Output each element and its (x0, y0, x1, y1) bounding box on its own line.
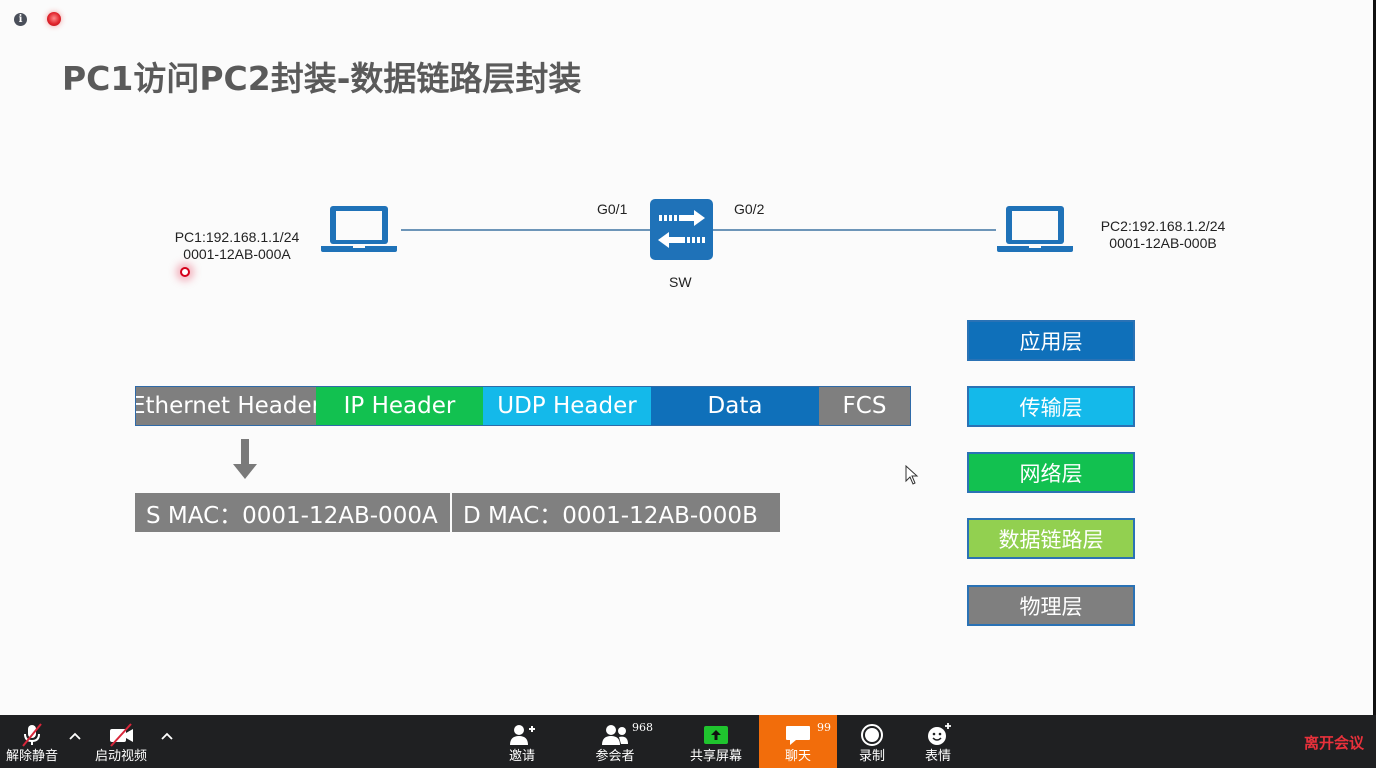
reactions-button[interactable]: 表情 (918, 715, 958, 768)
unmute-button[interactable]: 解除静音 (2, 715, 62, 768)
record-button[interactable]: 录制 (852, 715, 892, 768)
start-video-button[interactable]: 启动视频 (90, 715, 152, 768)
video-off-icon (110, 723, 133, 747)
link-pc1-switch (401, 229, 650, 231)
ethernet-header-fields: S MAC：0001-12AB-000A D MAC：0001-12AB-000… (135, 493, 780, 532)
layer-application: 应用层 (967, 320, 1135, 361)
chat-count-badge: 99 (817, 721, 831, 734)
destination-mac-field: D MAC：0001-12AB-000B (452, 493, 780, 532)
layer-physical: 物理层 (967, 585, 1135, 626)
reactions-label: 表情 (924, 749, 951, 764)
laser-pointer-dot (180, 267, 190, 277)
meeting-toolbar: 解除静音 启动视频 邀请 参会者 968 共享屏幕 聊天 99 录制 表情 离开… (0, 715, 1376, 768)
arrow-down-icon (233, 439, 257, 479)
pc2-ip-label: PC2:192.168.1.2/24 (1100, 218, 1226, 234)
pc2-laptop-icon (997, 206, 1073, 252)
switch-port-right-label: G0/2 (734, 201, 765, 217)
participants-count-badge: 968 (632, 721, 653, 734)
invite-button[interactable]: 邀请 (498, 715, 546, 768)
switch-name-label: SW (669, 274, 692, 290)
slide-title: PC1访问PC2封装-数据链路层封装 (62, 59, 582, 98)
source-mac-field: S MAC：0001-12AB-000A (135, 493, 450, 532)
recording-indicator-icon (47, 12, 61, 26)
packet-segment-ethernet-header: Ethernet Header (136, 387, 316, 425)
microphone-muted-icon (22, 723, 42, 747)
switch-port-left-label: G0/1 (597, 201, 628, 217)
packet-segment-ip-header: IP Header (316, 387, 483, 425)
chat-bubble-icon (786, 726, 810, 745)
info-icon[interactable]: i (14, 13, 27, 26)
emoji-reaction-icon (928, 723, 951, 745)
record-label: 录制 (858, 749, 885, 764)
start-video-label: 启动视频 (94, 749, 147, 764)
audio-options-chevron-icon[interactable] (68, 729, 82, 743)
add-user-icon (510, 725, 535, 745)
share-screen-label: 共享屏幕 (689, 749, 742, 764)
pc1-mac-label: 0001-12AB-000A (183, 246, 291, 262)
packet-segment-udp-header: UDP Header (483, 387, 651, 425)
chat-label: 聊天 (784, 749, 811, 764)
video-options-chevron-icon[interactable] (160, 729, 174, 743)
layer-network: 网络层 (967, 452, 1135, 493)
pc1-ip-label: PC1:192.168.1.1/24 (174, 229, 300, 245)
share-screen-button[interactable]: 共享屏幕 (686, 715, 746, 768)
presentation-slide: i PC1访问PC2封装-数据链路层封装 PC1:192.168.1.1/24 … (0, 0, 1373, 715)
packet-segment-data: Data (651, 387, 819, 425)
layer-transport: 传输层 (967, 386, 1135, 427)
leave-meeting-button[interactable]: 离开会议 (1304, 732, 1364, 753)
unmute-label: 解除静音 (5, 749, 58, 764)
record-icon (861, 724, 883, 746)
layer-data-link: 数据链路层 (967, 518, 1135, 559)
share-screen-icon (704, 726, 728, 744)
pc2-mac-label: 0001-12AB-000B (1109, 235, 1217, 251)
mouse-cursor-icon (905, 465, 919, 485)
switch-icon (650, 199, 713, 260)
participants-icon (602, 725, 628, 745)
packet-structure: Ethernet Header IP Header UDP Header Dat… (135, 386, 911, 426)
invite-label: 邀请 (508, 749, 535, 764)
pc1-laptop-icon (321, 206, 397, 252)
participants-label: 参会者 (595, 749, 635, 764)
packet-segment-fcs: FCS (819, 387, 910, 425)
link-switch-pc2 (713, 229, 996, 231)
